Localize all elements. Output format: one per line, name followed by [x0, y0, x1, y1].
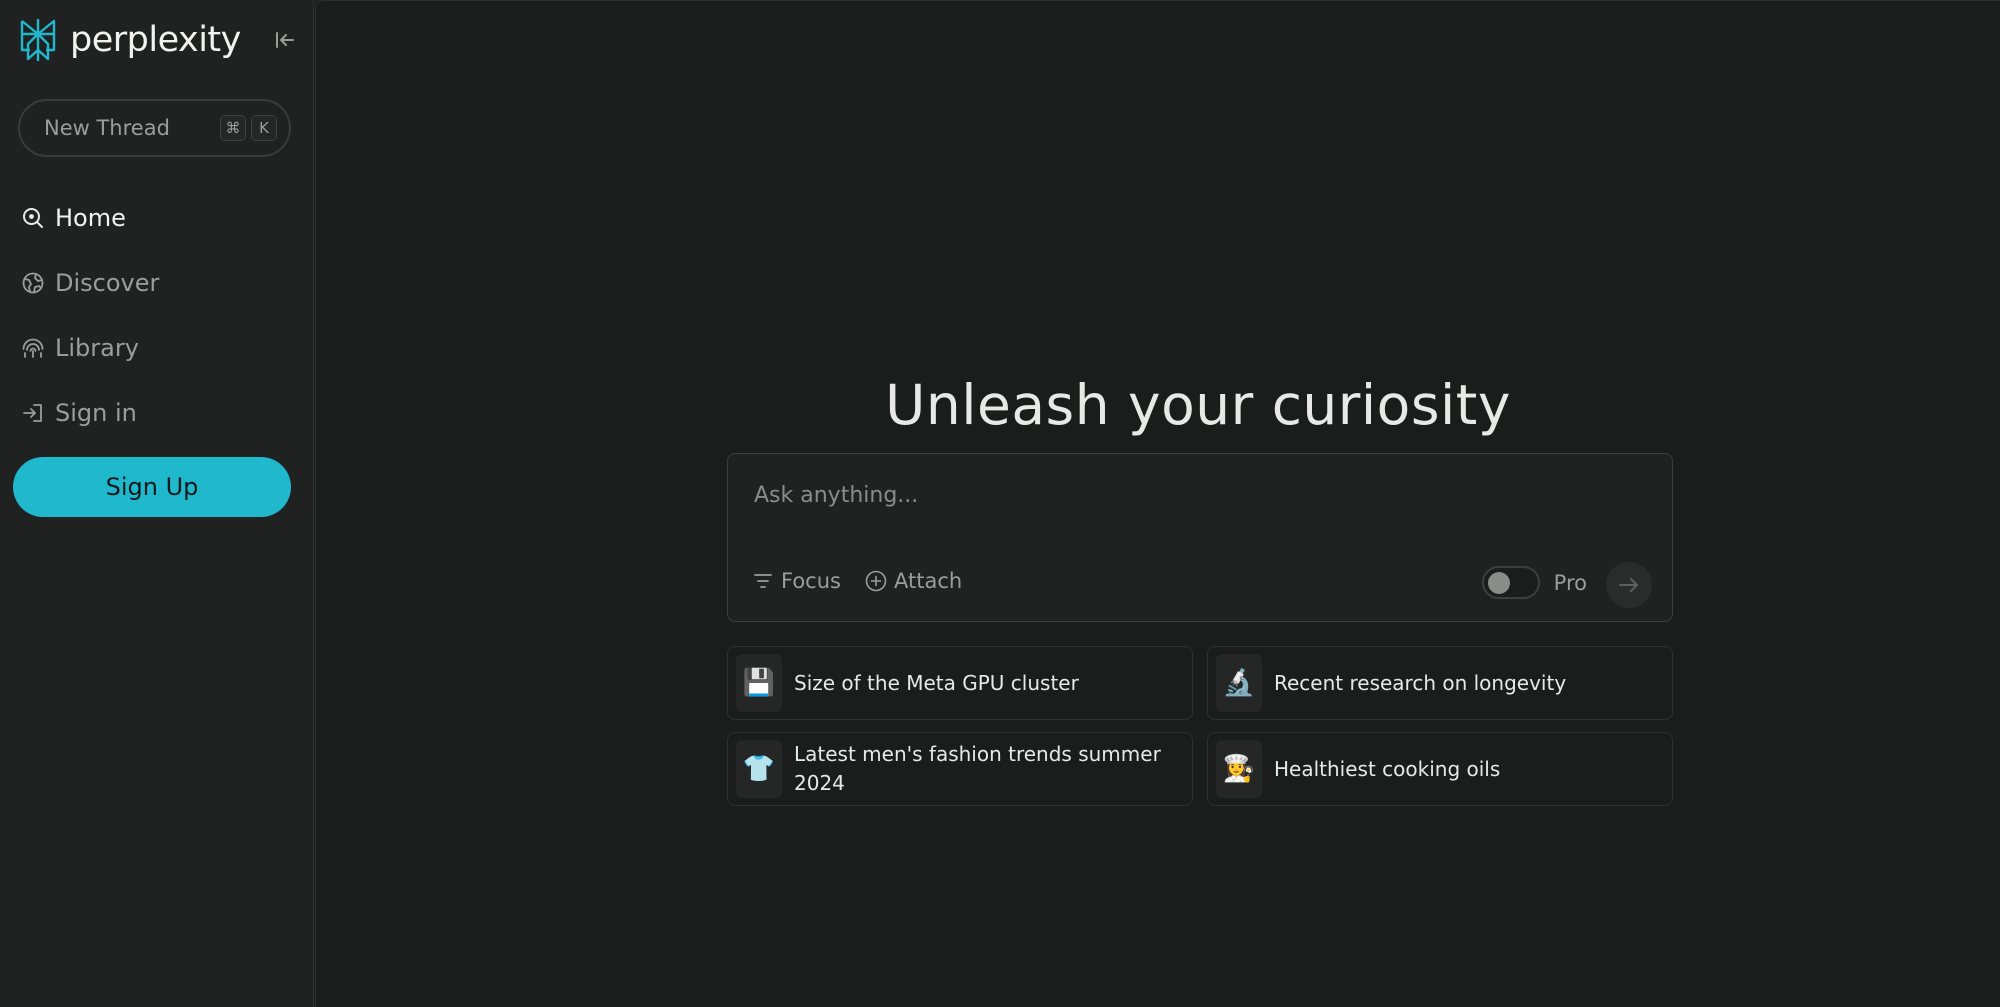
ask-input[interactable]: [752, 474, 1636, 516]
suggestion-card[interactable]: 👩‍🍳 Healthiest cooking oils: [1207, 732, 1673, 806]
sidebar-item-label: Home: [55, 203, 126, 232]
chef-icon: 👩‍🍳: [1216, 740, 1262, 798]
logo[interactable]: perplexity: [18, 17, 241, 63]
new-thread-button[interactable]: New Thread ⌘ K: [18, 99, 291, 157]
arrow-right-icon: [1619, 578, 1638, 592]
filter-icon: [752, 570, 774, 592]
collapse-sidebar-icon: [276, 32, 294, 48]
library-icon: [20, 335, 46, 361]
suggestion-card[interactable]: 💾 Size of the Meta GPU cluster: [727, 646, 1193, 720]
kbd-command: ⌘: [220, 115, 246, 141]
suggestion-text: Size of the Meta GPU cluster: [794, 670, 1079, 695]
sidebar-item-sign-in[interactable]: Sign in: [20, 380, 300, 445]
pro-label: Pro: [1553, 570, 1587, 595]
suggestion-text: Latest men's fashion trends summer 2024: [794, 742, 1161, 795]
collapse-sidebar-button[interactable]: [270, 26, 300, 54]
sidebar-item-label: Library: [55, 333, 139, 362]
ask-box: Focus Attach Pro: [727, 453, 1673, 622]
globe-icon: [20, 270, 46, 296]
sign-in-icon: [20, 400, 46, 426]
sign-up-button[interactable]: Sign Up: [13, 457, 291, 517]
main-content: Unleash your curiosity Focus Attach: [315, 0, 2000, 1007]
sidebar-item-home[interactable]: Home: [20, 185, 300, 250]
attach-button[interactable]: Attach: [865, 569, 962, 593]
sidebar-item-discover[interactable]: Discover: [20, 250, 300, 315]
suggestion-card[interactable]: 👕 Latest men's fashion trends summer 202…: [727, 732, 1193, 806]
suggestion-text: Recent research on longevity: [1274, 670, 1567, 695]
focus-label: Focus: [781, 569, 841, 593]
t-shirt-icon: 👕: [736, 740, 782, 798]
suggestion-text: Healthiest cooking oils: [1274, 756, 1501, 781]
toggle-knob: [1487, 572, 1510, 594]
pro-toggle-group: Pro: [1481, 566, 1587, 599]
perplexity-logo-icon: [20, 19, 56, 61]
microscope-icon: 🔬: [1216, 654, 1262, 712]
sidebar-item-label: Discover: [55, 268, 160, 297]
ask-toolbar: Focus Attach: [752, 569, 962, 593]
suggestion-card[interactable]: 🔬 Recent research on longevity: [1207, 646, 1673, 720]
attach-label: Attach: [893, 569, 963, 593]
plus-circle-icon: [865, 570, 887, 592]
brand-name: perplexity: [70, 20, 241, 60]
page-title: Unleash your curiosity: [885, 372, 1511, 437]
sidebar: perplexity New Thread ⌘ K Home Discover …: [0, 0, 314, 1007]
suggestions-grid: 💾 Size of the Meta GPU cluster 🔬 Recent …: [727, 646, 1673, 806]
submit-button[interactable]: [1606, 562, 1652, 608]
search-icon: [20, 205, 46, 231]
kbd-k: K: [251, 115, 277, 141]
shortcut-hint: ⌘ K: [220, 115, 277, 141]
sidebar-item-library[interactable]: Library: [20, 315, 300, 380]
sidebar-item-label: Sign in: [55, 398, 137, 427]
pro-toggle[interactable]: [1481, 566, 1540, 599]
app-window: perplexity New Thread ⌘ K Home Discover …: [0, 0, 2000, 1007]
sidebar-nav: Home Discover Library Sign in: [20, 185, 300, 445]
focus-button[interactable]: Focus: [752, 569, 841, 593]
new-thread-label: New Thread: [44, 116, 170, 140]
floppy-disk-icon: 💾: [736, 654, 782, 712]
